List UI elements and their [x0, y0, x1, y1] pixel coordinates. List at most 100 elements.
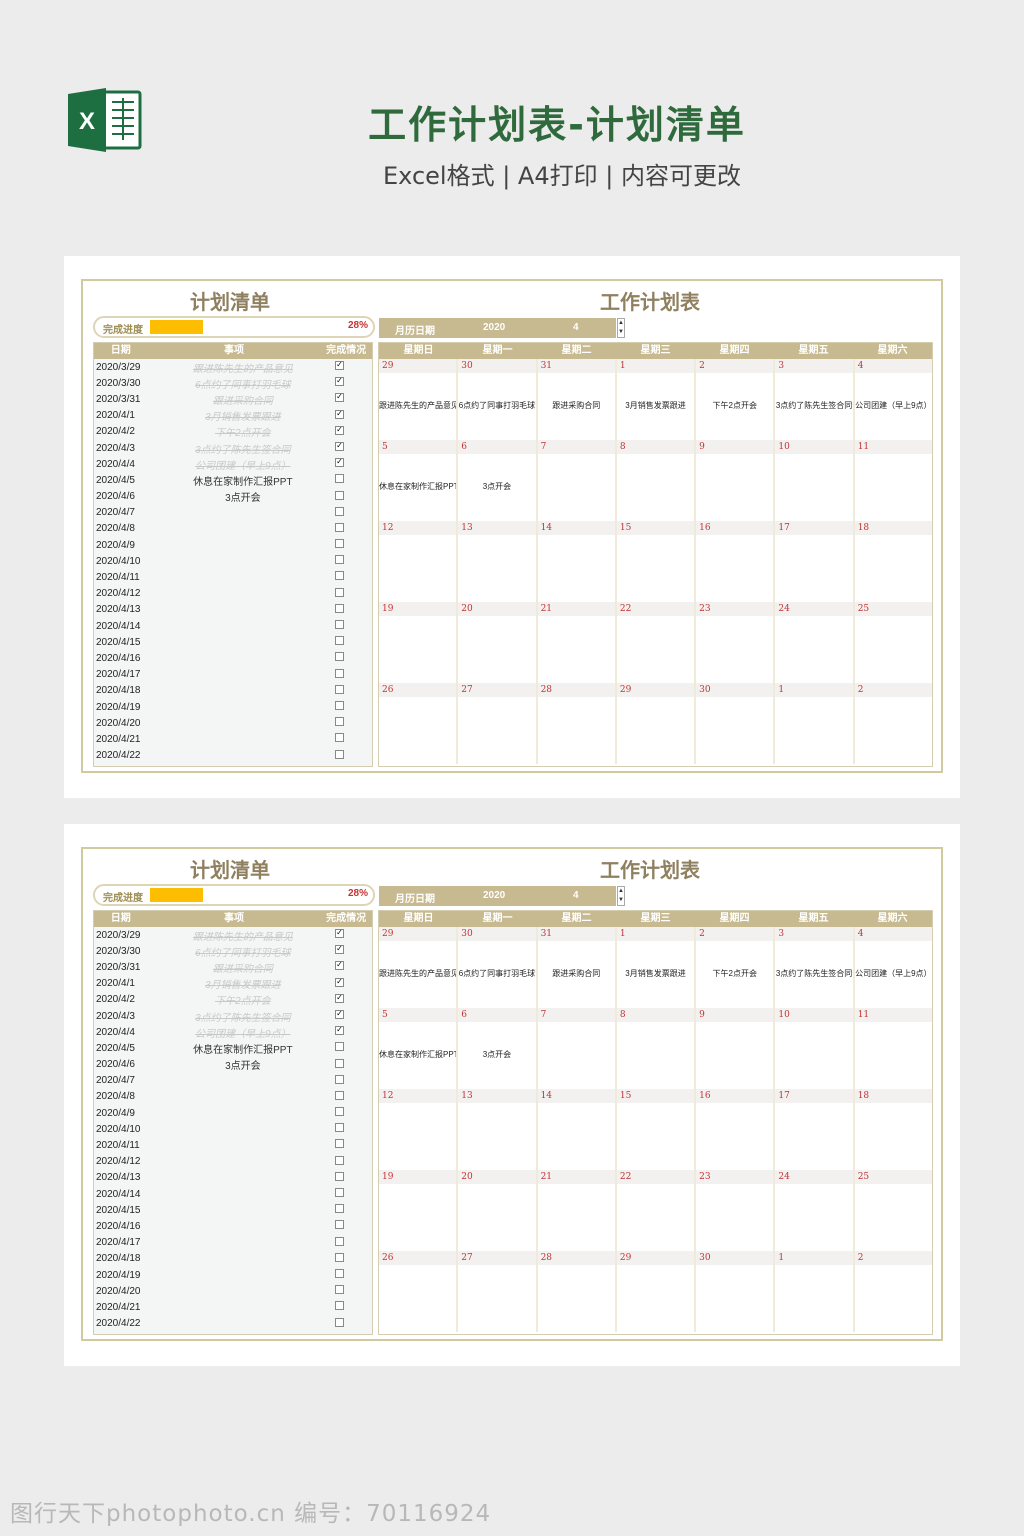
checkbox[interactable]: ✓: [334, 377, 344, 387]
calendar-cell[interactable]: 15: [616, 521, 697, 602]
calendar-cell[interactable]: 16: [696, 1089, 776, 1170]
checkbox[interactable]: ✓: [334, 409, 344, 419]
calendar-cell[interactable]: 11: [854, 440, 932, 521]
year-value[interactable]: 2020: [483, 890, 505, 901]
calendar-cell[interactable]: 26: [379, 683, 459, 764]
checkbox[interactable]: ✓: [334, 993, 344, 1003]
checkbox[interactable]: [334, 587, 344, 597]
calendar-cell[interactable]: 29 跟进陈先生的产品意见: [379, 359, 459, 440]
checkbox[interactable]: ✓: [334, 425, 344, 435]
checkbox[interactable]: [334, 1188, 344, 1197]
calendar-cell[interactable]: 9: [696, 440, 776, 521]
checkbox[interactable]: ✓: [334, 961, 344, 971]
calendar-cell[interactable]: 28: [537, 1251, 617, 1332]
calendar-cell[interactable]: 30: [696, 1251, 776, 1332]
checkbox[interactable]: [334, 717, 344, 727]
calendar-cell[interactable]: 19: [379, 602, 459, 683]
calendar-cell[interactable]: 26: [379, 1251, 459, 1332]
checkbox[interactable]: [334, 1285, 344, 1295]
calendar-cell[interactable]: 31 跟进采购合同: [537, 927, 617, 1008]
calendar-cell[interactable]: 20: [458, 1170, 538, 1251]
month-spinner[interactable]: ▲ ▼: [617, 318, 625, 338]
year-value[interactable]: 2020: [483, 322, 505, 333]
calendar-cell[interactable]: 13: [458, 1089, 538, 1170]
calendar-cell[interactable]: 23: [696, 602, 776, 683]
checkbox[interactable]: [334, 1301, 344, 1311]
calendar-cell[interactable]: 31 跟进采购合同: [537, 359, 617, 440]
checkbox[interactable]: [334, 522, 344, 532]
calendar-cell[interactable]: 21: [537, 1170, 617, 1251]
checkbox[interactable]: [334, 1090, 344, 1100]
calendar-cell[interactable]: 22: [616, 1170, 697, 1251]
spin-down-icon[interactable]: ▼: [618, 896, 624, 905]
checkbox[interactable]: [334, 490, 344, 500]
month-spinner[interactable]: ▲ ▼: [617, 886, 625, 906]
checkbox[interactable]: [334, 1058, 344, 1068]
checkbox[interactable]: [334, 749, 344, 759]
calendar-cell[interactable]: 1 3月销售发票跟进: [616, 927, 697, 1008]
calendar-cell[interactable]: 7: [537, 1008, 617, 1089]
checkbox[interactable]: [334, 539, 344, 549]
row-item[interactable]: 3月销售发票跟进: [181, 408, 305, 423]
checkbox[interactable]: [334, 1204, 344, 1214]
row-item[interactable]: 跟进陈先生的产品意见: [181, 360, 305, 375]
calendar-cell[interactable]: 4 公司团建（早上9点）: [854, 359, 932, 440]
calendar-cell[interactable]: 29: [616, 683, 697, 764]
checkbox[interactable]: [334, 571, 344, 581]
checkbox[interactable]: [334, 1107, 344, 1117]
calendar-cell[interactable]: 15: [616, 1089, 697, 1170]
calendar-cell[interactable]: 1 3月销售发票跟进: [616, 359, 697, 440]
checkbox[interactable]: [334, 1123, 344, 1133]
row-item[interactable]: 休息在家制作汇报PPT: [181, 1041, 305, 1056]
calendar-cell[interactable]: 12: [379, 1089, 459, 1170]
month-value[interactable]: 4: [573, 890, 579, 901]
checkbox[interactable]: ✓: [334, 458, 344, 468]
calendar-cell[interactable]: 25: [854, 1170, 932, 1251]
spin-up-icon[interactable]: ▲: [618, 887, 624, 896]
checkbox[interactable]: ✓: [334, 393, 344, 403]
calendar-cell[interactable]: 22: [616, 602, 697, 683]
calendar-cell[interactable]: 6 3点开会: [458, 1008, 538, 1089]
calendar-cell[interactable]: 30: [696, 683, 776, 764]
checkbox[interactable]: ✓: [334, 441, 344, 451]
row-item[interactable]: 3点开会: [181, 1057, 305, 1072]
calendar-cell[interactable]: 16: [696, 521, 776, 602]
calendar-cell[interactable]: 5 休息在家制作汇报PPT: [379, 1008, 459, 1089]
checkbox[interactable]: [334, 1252, 344, 1262]
calendar-cell[interactable]: 27: [458, 683, 538, 764]
checkbox[interactable]: [334, 620, 344, 629]
row-item[interactable]: 下午2点开会: [181, 424, 305, 439]
calendar-cell[interactable]: 10: [775, 1008, 855, 1089]
checkbox[interactable]: ✓: [334, 361, 344, 370]
row-item[interactable]: 3点约了陈先生签合同: [181, 1009, 305, 1024]
calendar-cell[interactable]: 8: [616, 440, 697, 521]
calendar-cell[interactable]: 23: [696, 1170, 776, 1251]
calendar-cell[interactable]: 3 3点约了陈先生签合同: [775, 927, 855, 1008]
checkbox[interactable]: [334, 652, 344, 662]
calendar-cell[interactable]: 3 3点约了陈先生签合同: [775, 359, 855, 440]
row-item[interactable]: 公司团建（早上9点）: [181, 457, 305, 472]
checkbox[interactable]: [334, 1155, 344, 1165]
checkbox[interactable]: [334, 506, 344, 516]
calendar-cell[interactable]: 1: [775, 683, 855, 764]
checkbox[interactable]: [334, 474, 344, 484]
checkbox[interactable]: [334, 1220, 344, 1230]
row-item[interactable]: 跟进采购合同: [181, 960, 305, 975]
calendar-cell[interactable]: 12: [379, 521, 459, 602]
row-item[interactable]: 3点开会: [181, 489, 305, 504]
calendar-cell[interactable]: 6 3点开会: [458, 440, 538, 521]
calendar-cell[interactable]: 19: [379, 1170, 459, 1251]
spin-up-icon[interactable]: ▲: [618, 319, 624, 328]
calendar-cell[interactable]: 2 下午2点开会: [696, 359, 776, 440]
calendar-cell[interactable]: 8: [616, 1008, 697, 1089]
row-item[interactable]: 6点约了同事打羽毛球: [181, 944, 305, 959]
checkbox[interactable]: [334, 636, 344, 646]
calendar-cell[interactable]: 25: [854, 602, 932, 683]
calendar-cell[interactable]: 10: [775, 440, 855, 521]
checkbox[interactable]: ✓: [334, 945, 344, 955]
calendar-cell[interactable]: 9: [696, 1008, 776, 1089]
checkbox[interactable]: [334, 1317, 344, 1327]
calendar-cell[interactable]: 30 6点约了同事打羽毛球: [458, 359, 538, 440]
row-item[interactable]: 公司团建（早上9点）: [181, 1025, 305, 1040]
checkbox[interactable]: [334, 1139, 344, 1149]
